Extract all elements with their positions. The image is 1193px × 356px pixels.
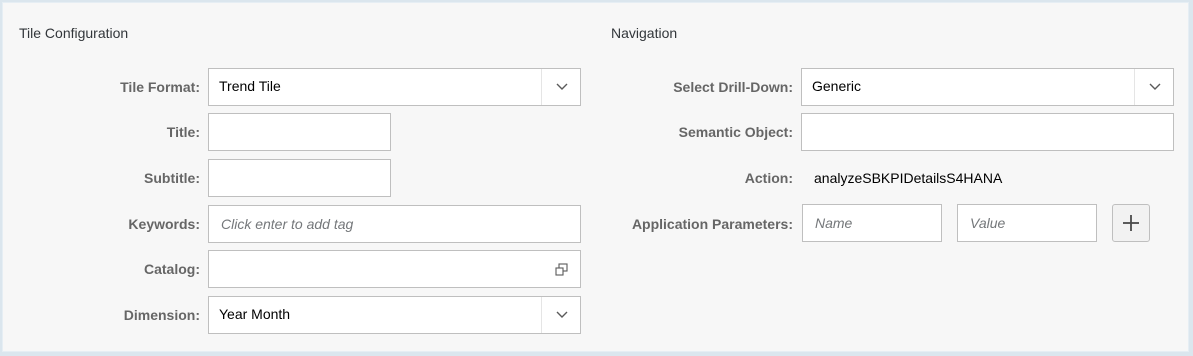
catalog-input[interactable] [208,250,581,288]
chevron-down-icon[interactable] [556,311,568,319]
dimension-select[interactable]: Year Month [208,296,581,334]
action-value: analyzeSBKPIDetailsS4HANA [814,170,1003,186]
drill-down-value: Generic [812,78,862,94]
value-help-icon[interactable] [555,263,568,276]
title-label: Title: [166,124,200,140]
param-value-placeholder: Value [970,215,1006,231]
plus-icon [1123,215,1139,231]
app-params-label: Application Parameters: [631,216,793,232]
semantic-object-input[interactable] [801,113,1174,151]
subtitle-input[interactable] [208,159,391,197]
tile-format-value: Trend Tile [219,78,281,94]
param-name-placeholder: Name [815,215,853,231]
tile-format-select[interactable]: Trend Tile [208,68,581,106]
dropdown-divider [541,297,542,333]
keywords-placeholder: Click enter to add tag [221,216,354,232]
navigation-heading: Navigation [611,25,678,41]
dropdown-divider [1134,69,1135,105]
drill-down-label: Select Drill-Down: [673,79,793,95]
dropdown-divider [541,69,542,105]
tile-configuration-heading: Tile Configuration [19,25,129,41]
dimension-label: Dimension: [123,307,200,323]
catalog-label: Catalog: [144,261,200,277]
keywords-input[interactable]: Click enter to add tag [208,205,581,243]
subtitle-label: Subtitle: [144,170,200,186]
semantic-object-label: Semantic Object: [678,124,793,140]
drill-down-select[interactable]: Generic [801,68,1174,106]
keywords-label: Keywords: [128,216,200,232]
add-parameter-button[interactable] [1112,204,1150,242]
chevron-down-icon[interactable] [556,83,568,91]
param-name-input[interactable]: Name [802,204,942,242]
dimension-value: Year Month [219,306,291,322]
tile-format-label: Tile Format: [120,79,200,95]
title-input[interactable] [208,113,391,151]
param-value-input[interactable]: Value [957,204,1097,242]
configuration-panel: Tile Configuration Tile Format: Trend Ti… [2,2,1189,352]
chevron-down-icon[interactable] [1149,83,1161,91]
action-label: Action: [744,170,793,186]
